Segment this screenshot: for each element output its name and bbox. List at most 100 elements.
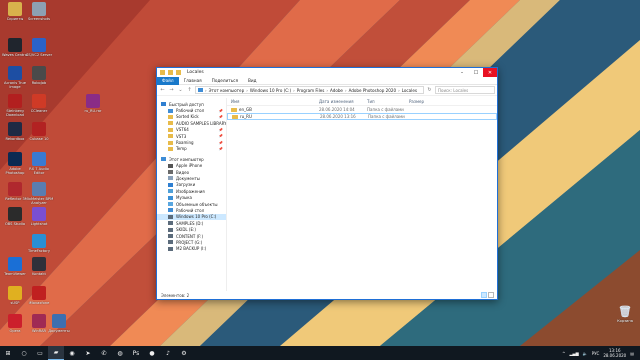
up-button[interactable]: ↑: [186, 87, 193, 94]
nav-item-label: Объемные объекты: [176, 201, 218, 207]
feather-icon: [32, 207, 46, 221]
desktop-shortcut[interactable]: OBS Studio: [2, 207, 28, 241]
properties-icon[interactable]: [168, 70, 173, 75]
breadcrumb-adobe[interactable]: Adobe: [330, 88, 343, 93]
column-date[interactable]: Дата изменения: [315, 99, 363, 104]
nav-item-label: Изображения: [176, 188, 205, 194]
nav-item-label: VST64: [176, 127, 189, 133]
pictures-icon: [168, 189, 173, 194]
desktop-shortcut-label: Rekordbox: [5, 137, 25, 141]
breadcrumb-drive-c[interactable]: Windows 10 Pro (C:): [250, 88, 291, 93]
timefactory-icon: [32, 234, 46, 248]
desktop-shortcut[interactable]: Rekordbox: [2, 122, 28, 156]
explorer-body: Быстрый доступ Рабочий стол 📌 Sorted Kick 📌 A…: [157, 98, 497, 291]
nav-item-label: Temp: [176, 146, 187, 152]
pin-icon: 📌: [218, 146, 223, 151]
pin-icon: 📌: [218, 114, 223, 119]
nav-item-label: Этот компьютер: [169, 156, 204, 162]
settings-icon[interactable]: ⚙: [176, 346, 192, 360]
language-indicator[interactable]: РУС: [592, 351, 600, 356]
search-icon[interactable]: ○: [16, 346, 32, 360]
recycle-bin[interactable]: 🗑 Корзина: [612, 304, 638, 338]
window-title: Locales: [187, 70, 204, 75]
tab-home[interactable]: Главная: [179, 77, 207, 85]
close-button[interactable]: ✕: [483, 68, 497, 77]
back-button[interactable]: ←: [159, 87, 166, 94]
nav-item[interactable]: M2 BACKUP (I:): [157, 246, 226, 252]
ps-icon[interactable]: Ps: [128, 346, 144, 360]
notifications-icon[interactable]: ▤: [630, 351, 634, 356]
network-icon[interactable]: ▂▄▆: [569, 351, 578, 356]
breadcrumb-this-pc[interactable]: Этот компьютер: [209, 88, 245, 93]
file-name-text: en_GB: [239, 106, 252, 112]
documents-icon: [168, 176, 173, 181]
new-folder-icon[interactable]: [176, 70, 181, 75]
media-icon[interactable]: ♪: [160, 346, 176, 360]
chrome-icon[interactable]: ◉: [64, 346, 80, 360]
refresh-button[interactable]: ↻: [426, 87, 433, 94]
minimize-button[interactable]: –: [455, 68, 469, 77]
server-icon: [32, 38, 46, 52]
address-bar[interactable]: › Этот компьютер › Windows 10 Pro (C:) ›…: [195, 86, 424, 94]
file-row[interactable]: ru_RU 28.06.2020 13:16 Папка с файлами: [227, 113, 497, 120]
details-view-button[interactable]: [481, 292, 487, 298]
tray-chevron-icon[interactable]: ^: [562, 351, 565, 356]
spotify-icon[interactable]: ◍: [112, 346, 128, 360]
winrar-icon: [32, 314, 46, 328]
quick-access-toolbar: [160, 70, 181, 75]
this-pc-icon: [161, 157, 166, 162]
chevron-right-icon: ›: [246, 87, 248, 93]
title-bar[interactable]: Locales – ☐ ✕: [157, 68, 497, 77]
video-icon: [168, 170, 173, 175]
file-name: ru_RU: [228, 114, 316, 120]
breadcrumb-photoshop[interactable]: Adobe Photoshop 2020: [349, 88, 396, 93]
desktop-shortcut[interactable]: Screenshots: [26, 2, 52, 36]
tab-file[interactable]: Файл: [157, 76, 179, 85]
navigation-pane[interactable]: Быстрый доступ Рабочий стол 📌 Sorted Kick 📌 A…: [157, 98, 227, 291]
task-view-icon[interactable]: ▭: [32, 346, 48, 360]
desktop-shortcut[interactable]: Документы: [46, 314, 72, 348]
desktop-shortcut-label: Документы: [48, 329, 70, 333]
clock[interactable]: 13:16 28.06.2020: [603, 348, 626, 358]
file-list[interactable]: Имя Дата изменения Тип Размер en_GB 28.06…: [227, 98, 497, 291]
chevron-right-icon: ›: [326, 87, 328, 93]
taskbar: ⊞ ○ ▭ ▰ ◉ ➤ ✆ ◍ Ps ● ♪ ⚙ ^ ▂▄▆ 🔈 РУС 13:16 28.06.20…: [0, 346, 640, 360]
breadcrumb-program-files[interactable]: Program Files: [297, 88, 325, 93]
tab-share[interactable]: Поделиться: [207, 77, 243, 85]
desktop-shortcut[interactable]: ru_RU.rar: [80, 94, 106, 128]
robot-icon: [32, 66, 46, 80]
folder-icon: [168, 121, 173, 126]
item-count: Элементов: 2: [161, 292, 190, 298]
nav-item-label: AUDIO SAMPLES LIBRARY: [176, 120, 227, 126]
file-name: en_GB: [227, 106, 315, 113]
telegram-icon[interactable]: ➤: [80, 346, 96, 360]
nav-item-label: VST3: [176, 133, 187, 139]
drive-icon: [168, 221, 173, 226]
column-type[interactable]: Тип: [363, 99, 405, 104]
file-row[interactable]: en_GB 28.06.2020 14:04 Папка с файлами: [227, 106, 497, 113]
desktop-shortcut[interactable]: Adobe Photoshop: [2, 152, 28, 186]
star-icon: [161, 102, 166, 107]
drive-icon: [168, 240, 173, 245]
explorer-window[interactable]: Locales – ☐ ✕ Файл Главная Поделиться Ви…: [156, 67, 498, 300]
ccleaner-icon: [32, 94, 46, 108]
nav-item-label: SAMPLES (D:): [176, 220, 204, 226]
taskbar-apps: ⊞ ○ ▭ ▰ ◉ ➤ ✆ ◍ Ps ● ♪ ⚙: [0, 346, 192, 360]
volume-icon[interactable]: 🔈: [583, 351, 588, 356]
obs-taskbar-icon[interactable]: ●: [144, 346, 160, 360]
tab-view[interactable]: Вид: [243, 77, 262, 85]
maximize-button[interactable]: ☐: [469, 68, 483, 77]
column-name[interactable]: Имя: [227, 99, 315, 104]
search-input[interactable]: Поиск: Locales: [435, 86, 495, 94]
folder-icon: [232, 114, 238, 120]
docs-icon: [52, 314, 66, 328]
recent-locations-button[interactable]: ⌄: [177, 87, 184, 94]
whatsapp-icon[interactable]: ✆: [96, 346, 112, 360]
breadcrumb-locales[interactable]: Locales: [402, 88, 417, 93]
column-size[interactable]: Размер: [405, 99, 445, 104]
forward-button[interactable]: →: [168, 87, 175, 94]
explorer-icon[interactable]: ▰: [48, 346, 64, 360]
large-icons-view-button[interactable]: [488, 292, 494, 298]
waves-icon: [8, 38, 22, 52]
start-icon[interactable]: ⊞: [0, 346, 16, 360]
